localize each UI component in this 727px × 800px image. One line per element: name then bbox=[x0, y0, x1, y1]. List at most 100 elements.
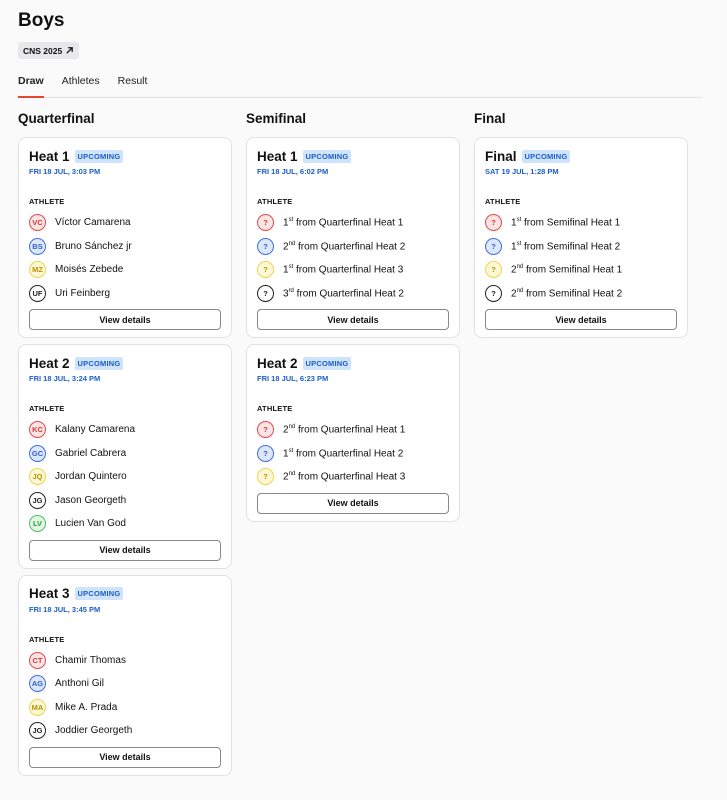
athlete-avatar: ? bbox=[485, 214, 502, 232]
tab-athletes[interactable]: Athletes bbox=[62, 68, 100, 98]
athlete-avatar: MA bbox=[29, 698, 46, 716]
heat-header: Heat 1 UPCOMING bbox=[29, 148, 221, 164]
tab-result[interactable]: Result bbox=[118, 68, 148, 98]
athlete-row: VC Víctor Camarena bbox=[29, 211, 221, 235]
placement-source: from Quarterfinal Heat 2 bbox=[293, 447, 404, 459]
athlete-name: 1st from Semifinal Heat 2 bbox=[511, 241, 620, 252]
status-badge: UPCOMING bbox=[74, 587, 124, 600]
athlete-row: ? 2nd from Quarterfinal Heat 3 bbox=[257, 465, 449, 489]
athlete-row: ? 2nd from Quarterfinal Heat 2 bbox=[257, 235, 449, 259]
view-details-button[interactable]: View details bbox=[29, 539, 221, 561]
placement-source: from Quarterfinal Heat 1 bbox=[293, 217, 404, 229]
athlete-name: 2nd from Semifinal Heat 2 bbox=[511, 288, 622, 299]
placement-source: from Semifinal Heat 1 bbox=[523, 264, 623, 276]
athlete-name: Lucien Van God bbox=[55, 518, 126, 530]
athlete-name: Mike A. Prada bbox=[55, 701, 118, 713]
heat-card: Heat 2 UPCOMING FRI 18 JUL, 3:24 PM ATHLETE… bbox=[18, 344, 232, 569]
athlete-name: 2nd from Quarterfinal Heat 2 bbox=[283, 241, 405, 252]
athlete-name: Anthoni Gil bbox=[55, 678, 104, 690]
athlete-name: 1st from Quarterfinal Heat 3 bbox=[283, 264, 403, 275]
athlete-name: Bruno Sánchez jr bbox=[55, 240, 132, 252]
athlete-avatar: ? bbox=[257, 237, 274, 255]
athlete-list: VC Víctor Camarena BS Bruno Sánchez jr MZ Moi… bbox=[29, 211, 221, 305]
athlete-list: ? 1st from Semifinal Heat 1? 1st from Semi… bbox=[485, 211, 677, 305]
athlete-avatar: JG bbox=[29, 722, 46, 740]
round-column-final: Final Final UPCOMING SAT 19 JUL, 1:28 PM ATH… bbox=[474, 111, 688, 344]
status-badge: UPCOMING bbox=[302, 356, 352, 370]
athlete-row: MZ Moisés Zebede bbox=[29, 258, 221, 282]
athlete-avatar: JQ bbox=[29, 468, 46, 486]
placement-source: from Quarterfinal Heat 2 bbox=[295, 240, 406, 252]
athlete-list: CT Chamir Thomas AG Anthoni Gil MA Mike A. Pr… bbox=[29, 649, 221, 743]
athlete-name: Kalany Camarena bbox=[55, 424, 136, 436]
athlete-row: ? 1st from Semifinal Heat 1 bbox=[485, 211, 677, 235]
athlete-row: ? 3rd from Quarterfinal Heat 2 bbox=[257, 282, 449, 306]
athlete-row: MA Mike A. Prada bbox=[29, 696, 221, 720]
athlete-avatar: ? bbox=[485, 284, 502, 302]
athlete-name: Víctor Camarena bbox=[55, 217, 131, 229]
event-link-chip[interactable]: CNS 2025 bbox=[18, 42, 80, 59]
round-column-semifinal: Semifinal Heat 1 UPCOMING FRI 18 JUL, 6:02 … bbox=[246, 111, 460, 528]
athlete-name: Gabriel Cabrera bbox=[55, 447, 127, 459]
athlete-avatar: ? bbox=[257, 284, 274, 302]
athlete-row: ? 1st from Quarterfinal Heat 3 bbox=[257, 258, 449, 282]
athlete-name: Jordan Quintero bbox=[55, 471, 127, 483]
heat-datetime: FRI 18 JUL, 3:45 PM bbox=[29, 604, 101, 614]
athlete-avatar: ? bbox=[257, 261, 274, 279]
athlete-name: 1st from Semifinal Heat 1 bbox=[511, 217, 620, 228]
arrow-up-right-icon bbox=[66, 47, 74, 54]
athlete-name: Jason Georgeth bbox=[55, 494, 127, 506]
athlete-avatar: BS bbox=[29, 237, 46, 255]
athlete-row: CT Chamir Thomas bbox=[29, 649, 221, 673]
athlete-name: Joddier Georgeth bbox=[55, 725, 133, 737]
athlete-row: KC Kalany Camarena bbox=[29, 418, 221, 442]
round-title: Final bbox=[474, 111, 506, 126]
athlete-row: LV Lucien Van God bbox=[29, 512, 221, 536]
athlete-section-label: ATHLETE bbox=[257, 197, 293, 206]
athlete-list: ? 1st from Quarterfinal Heat 1? 2nd from Q… bbox=[257, 211, 449, 305]
view-details-button[interactable]: View details bbox=[257, 492, 449, 514]
heat-datetime: FRI 18 JUL, 6:23 PM bbox=[257, 374, 329, 383]
athlete-section-label: ATHLETE bbox=[485, 197, 521, 206]
athlete-avatar: ? bbox=[257, 214, 274, 232]
round-column-quarterfinal: Quarterfinal Heat 1 UPCOMING FRI 18 JUL, 3:… bbox=[18, 111, 232, 782]
heat-title: Final bbox=[485, 148, 517, 164]
heat-card: Final UPCOMING SAT 19 JUL, 1:28 PM ATHLETE?… bbox=[474, 137, 688, 338]
view-details-button[interactable]: View details bbox=[257, 309, 449, 330]
heat-card: Heat 3 UPCOMING FRI 18 JUL, 3:45 PM ATHLETE… bbox=[18, 574, 232, 776]
heat-title: Heat 2 bbox=[257, 355, 298, 371]
round-title: Quarterfinal bbox=[18, 111, 95, 126]
athlete-row: AG Anthoni Gil bbox=[29, 672, 221, 696]
athlete-name: Moisés Zebede bbox=[55, 264, 124, 276]
page-title: Boys bbox=[18, 10, 65, 31]
athlete-row: JG Joddier Georgeth bbox=[29, 719, 221, 743]
placement-source: from Quarterfinal Heat 3 bbox=[295, 471, 406, 483]
athlete-avatar: KC bbox=[29, 421, 46, 439]
athlete-row: ? 1st from Quarterfinal Heat 1 bbox=[257, 211, 449, 235]
heat-card: Heat 1 UPCOMING FRI 18 JUL, 6:02 PM ATHLETE… bbox=[246, 137, 460, 338]
view-details-button[interactable]: View details bbox=[29, 309, 221, 330]
view-details-button[interactable]: View details bbox=[485, 309, 677, 330]
athlete-row: GC Gabriel Cabrera bbox=[29, 442, 221, 466]
heat-title: Heat 3 bbox=[29, 586, 70, 601]
athlete-name: 1st from Quarterfinal Heat 2 bbox=[283, 448, 403, 459]
athlete-avatar: ? bbox=[257, 421, 274, 439]
heat-header: Final UPCOMING bbox=[485, 148, 677, 164]
athlete-row: ? 1st from Semifinal Heat 2 bbox=[485, 235, 677, 259]
athlete-section-label: ATHLETE bbox=[29, 634, 65, 644]
tab-draw[interactable]: Draw bbox=[18, 68, 44, 98]
placement-source: from Quarterfinal Heat 2 bbox=[293, 287, 404, 299]
status-badge: UPCOMING bbox=[521, 149, 571, 163]
view-details-button[interactable]: View details bbox=[29, 746, 221, 768]
athlete-row: JQ Jordan Quintero bbox=[29, 465, 221, 489]
placement-source: from Quarterfinal Heat 3 bbox=[293, 264, 404, 276]
athlete-avatar: ? bbox=[485, 261, 502, 279]
heat-datetime: FRI 18 JUL, 3:03 PM bbox=[29, 167, 101, 176]
athlete-avatar: UF bbox=[29, 284, 46, 302]
athlete-avatar: VC bbox=[29, 214, 46, 232]
placement-source: from Semifinal Heat 1 bbox=[521, 217, 621, 229]
athlete-row: UF Uri Feinberg bbox=[29, 282, 221, 306]
heat-title: Heat 2 bbox=[29, 355, 70, 371]
heat-header: Heat 2 UPCOMING bbox=[29, 355, 221, 371]
placement-source: from Semifinal Heat 2 bbox=[521, 240, 621, 252]
